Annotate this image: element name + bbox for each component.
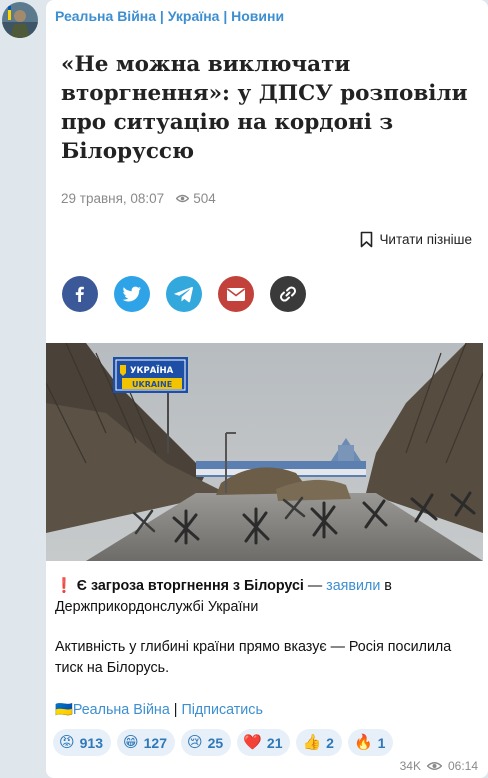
- article-views-count: 504: [193, 191, 216, 206]
- read-later-label: Читати пізніше: [379, 232, 472, 247]
- ukraine-flag-icon: 🇺🇦: [55, 702, 73, 718]
- reaction-count: 21: [266, 734, 283, 751]
- channel-name[interactable]: Реальна Війна | Україна | Новини: [55, 8, 284, 24]
- reaction-count: 25: [207, 734, 224, 751]
- heart-icon: ❤️: [243, 734, 262, 751]
- post-bold-text: Є загроза вторгнення з Білорусі: [76, 578, 304, 594]
- reaction-fire[interactable]: 🔥 1: [347, 729, 394, 756]
- post-paragraph-2: Активність у глибині країни прямо вказує…: [55, 639, 452, 676]
- email-icon: [227, 287, 245, 301]
- eye-icon: [176, 194, 190, 203]
- reaction-cry[interactable]: 😢 25: [181, 729, 232, 756]
- reaction-angry[interactable]: 😡 913: [53, 729, 111, 756]
- message-footer: 34K 06:14: [400, 759, 478, 773]
- facebook-icon: [75, 286, 84, 302]
- article-headline[interactable]: «Не можна виключати вторгнення»: у ДПСУ …: [61, 50, 471, 166]
- reaction-grin[interactable]: 😁 127: [117, 729, 175, 756]
- article-date: 29 травня, 08:07: [61, 191, 165, 206]
- reaction-thumbs-up[interactable]: 👍 2: [296, 729, 342, 756]
- signature-separator: |: [169, 702, 182, 718]
- reaction-count: 1: [377, 734, 386, 751]
- reaction-count: 913: [79, 734, 103, 751]
- post-text: ❗ Є загроза вторгнення з Білорусі — заяв…: [55, 576, 480, 678]
- exclamation-icon: ❗: [55, 578, 73, 594]
- facebook-share-button[interactable]: [62, 276, 98, 312]
- post-dash: —: [303, 578, 327, 594]
- reaction-count: 127: [143, 734, 167, 751]
- fire-icon: 🔥: [353, 734, 373, 751]
- message-views: 34K: [399, 759, 421, 773]
- sign-text-ukraine: УКРАЇНА: [130, 365, 174, 376]
- post-signature: 🇺🇦 Реальна Війна | Підписатись: [55, 702, 263, 718]
- twitter-share-button[interactable]: [114, 276, 150, 312]
- post-paragraph-1: ❗ Є загроза вторгнення з Білорусі — заяв…: [55, 576, 480, 617]
- grinning-face-icon: 😁: [123, 734, 139, 751]
- message-time: 06:14: [447, 759, 478, 773]
- email-share-button[interactable]: [218, 276, 254, 312]
- post-link-stated[interactable]: заявили: [326, 578, 380, 594]
- message-bubble: Реальна Війна | Україна | Новини «Не мож…: [46, 0, 488, 778]
- reaction-count: 2: [326, 734, 334, 751]
- reactions-bar: 😡 913 😁 127 😢 25 ❤️ 21 👍 2 🔥 1: [53, 729, 394, 756]
- angry-face-icon: 😡: [59, 734, 75, 751]
- sign-text-ukraine-latin: UKRAINE: [132, 380, 172, 389]
- reaction-heart[interactable]: ❤️ 21: [237, 729, 291, 756]
- subscribe-link[interactable]: Підписатись: [181, 702, 262, 718]
- eye-icon: [426, 762, 442, 770]
- channel-link[interactable]: Реальна Війна: [73, 702, 170, 718]
- article-photo[interactable]: УКРАЇНА UKRAINE: [46, 343, 483, 561]
- article-meta: 29 травня, 08:07 504: [61, 191, 216, 206]
- telegram-icon: [174, 286, 193, 303]
- channel-avatar[interactable]: [2, 2, 38, 38]
- read-later-button[interactable]: Читати пізніше: [360, 231, 472, 248]
- copy-link-button[interactable]: [270, 276, 306, 312]
- twitter-icon: [122, 286, 141, 302]
- bookmark-icon: [361, 231, 373, 248]
- article-views: 504: [176, 191, 216, 206]
- link-icon: [279, 286, 297, 302]
- thumbs-up-icon: 👍: [302, 734, 322, 751]
- share-buttons: [62, 276, 306, 312]
- telegram-share-button[interactable]: [166, 276, 202, 312]
- crying-face-icon: 😢: [187, 734, 203, 751]
